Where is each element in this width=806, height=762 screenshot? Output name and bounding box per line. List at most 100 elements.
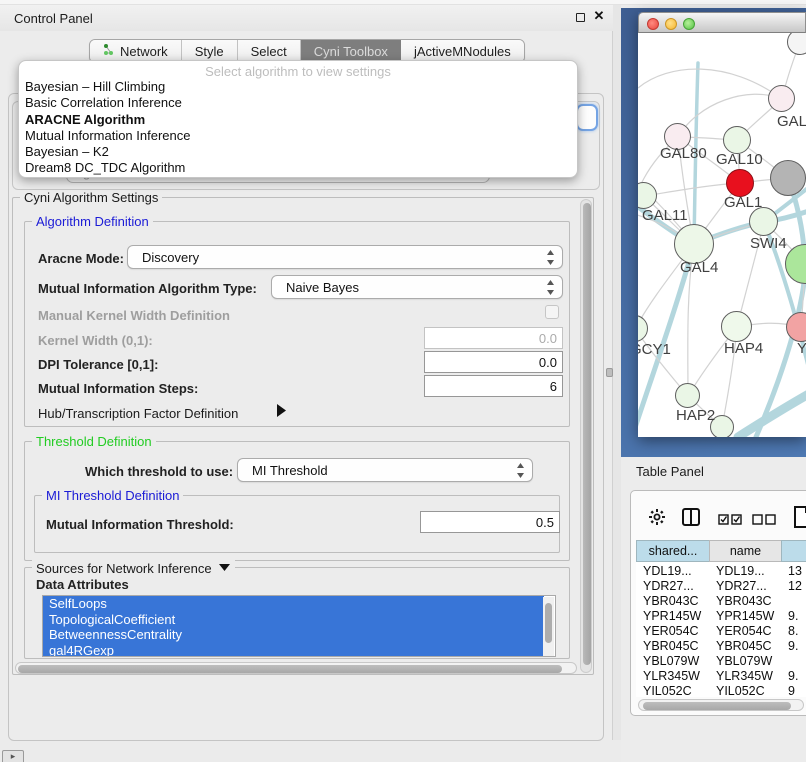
table-row[interactable]: YPR145WYPR145W9.: [636, 609, 806, 624]
document-icon[interactable]: [793, 505, 806, 534]
algorithm-option[interactable]: Basic Correlation Inference: [19, 95, 577, 111]
splitter-grip-icon[interactable]: [606, 368, 613, 377]
tab-jactivemnodules[interactable]: jActiveMNodules: [401, 40, 524, 62]
list-item[interactable]: TopologicalCoefficient: [43, 612, 544, 628]
node-label: SWI4: [750, 235, 787, 252]
list-item[interactable]: SelfLoops: [43, 596, 544, 612]
sources-disclosure-icon[interactable]: [218, 560, 231, 575]
focused-combobox-fragment[interactable]: [576, 104, 598, 131]
algorithm-option[interactable]: Bayesian – K2: [19, 144, 577, 160]
network-node[interactable]: [674, 224, 714, 264]
data-attributes-list[interactable]: SelfLoops TopologicalCoefficient Between…: [42, 595, 556, 657]
aracne-mode-combobox[interactable]: Discovery: [127, 245, 563, 269]
cell: YPR145W: [709, 609, 781, 624]
close-icon[interactable]: ✕: [593, 10, 605, 22]
which-threshold-combobox[interactable]: MI Threshold: [237, 458, 533, 482]
cell: YBR043C: [636, 594, 709, 609]
tab-style[interactable]: Style: [182, 40, 238, 62]
gear-icon[interactable]: [648, 508, 666, 531]
which-threshold-label: Which threshold to use:: [85, 464, 233, 479]
tab-select[interactable]: Select: [238, 40, 301, 62]
mi-threshold-field[interactable]: [420, 511, 560, 533]
table-hscrollbar-track[interactable]: [638, 699, 804, 711]
window-minimize-icon[interactable]: [665, 18, 677, 30]
mi-algorithm-type-value: Naive Bayes: [286, 280, 359, 295]
node-table[interactable]: shared... name YDL19...YDL19...13 YDR27.…: [636, 540, 806, 697]
table-row[interactable]: YBR045CYBR045C9.: [636, 639, 806, 654]
kernel-width-field[interactable]: [424, 327, 563, 349]
network-node[interactable]: [749, 207, 778, 236]
node-label: GAL10: [716, 151, 763, 168]
cell: YDL19...: [709, 564, 781, 579]
chevron-updown-icon: [546, 249, 555, 269]
window-close-icon[interactable]: [647, 18, 659, 30]
list-scrollbar-thumb[interactable]: [545, 603, 552, 643]
column-header-clipped[interactable]: [781, 540, 806, 562]
network-node[interactable]: [721, 311, 752, 342]
settings-vscrollbar-track[interactable]: [580, 199, 592, 673]
algorithm-option[interactable]: Dream8 DC_TDC Algorithm: [19, 160, 577, 176]
table-row[interactable]: YDL19...YDL19...13: [636, 564, 806, 579]
dpi-tolerance-field[interactable]: [424, 351, 563, 373]
threshold-definition-title: Threshold Definition: [32, 434, 156, 449]
mi-steps-field[interactable]: [424, 375, 563, 397]
tab-cyni-toolbox[interactable]: Cyni Toolbox: [301, 40, 401, 62]
cell: 8.: [781, 624, 806, 639]
cell: YDR27...: [709, 579, 781, 594]
network-node-selected[interactable]: [726, 169, 754, 197]
cell: 9.: [781, 639, 806, 654]
aracne-mode-label: Aracne Mode:: [38, 251, 124, 266]
network-node[interactable]: [768, 85, 795, 112]
mi-algorithm-type-combobox[interactable]: Naive Bayes: [271, 275, 563, 299]
table-row[interactable]: YIL052CYIL052C9: [636, 684, 806, 697]
settings-hscrollbar-thumb[interactable]: [18, 665, 562, 673]
hub-disclosure-icon[interactable]: [276, 403, 287, 423]
window-zoom-icon[interactable]: [683, 18, 695, 30]
cell: YDR27...: [636, 579, 709, 594]
network-node[interactable]: [770, 160, 806, 196]
table-hscrollbar-thumb[interactable]: [643, 702, 791, 710]
cell: 9: [781, 684, 806, 697]
table-row[interactable]: YDR27...YDR27...12: [636, 579, 806, 594]
manual-kernel-width-checkbox[interactable]: [545, 305, 559, 319]
tab-network[interactable]: Network: [90, 40, 182, 62]
column-header-name[interactable]: name: [709, 540, 782, 562]
column-header-shared-name[interactable]: shared...: [636, 540, 710, 562]
table-panel-title: Table Panel: [636, 464, 704, 479]
cell: YDL19...: [636, 564, 709, 579]
panel-splitter[interactable]: [613, 5, 621, 740]
cell: YLR345W: [636, 669, 709, 684]
table-row[interactable]: YLR345WYLR345W9.: [636, 669, 806, 684]
float-panel-icon[interactable]: [576, 13, 585, 22]
cell: YIL052C: [636, 684, 709, 697]
deselect-all-checkboxes-icon[interactable]: [752, 512, 776, 530]
cell: YLR345W: [709, 669, 781, 684]
list-scrollbar-track[interactable]: [543, 597, 554, 657]
cell: YER054C: [709, 624, 781, 639]
cell: YBL079W: [709, 654, 781, 669]
table-row[interactable]: YER054CYER054C8.: [636, 624, 806, 639]
table-row[interactable]: YBL079WYBL079W: [636, 654, 806, 669]
table-row[interactable]: YBR043CYBR043C: [636, 594, 806, 609]
algorithm-option[interactable]: Mutual Information Inference: [19, 128, 577, 144]
cell: YIL052C: [709, 684, 781, 697]
cell: YBR045C: [709, 639, 781, 654]
settings-hscrollbar-track[interactable]: [15, 662, 577, 674]
algorithm-option[interactable]: Bayesian – Hill Climbing: [19, 79, 577, 95]
select-all-checkboxes-icon[interactable]: [718, 512, 742, 530]
split-view-icon[interactable]: [681, 507, 701, 532]
cell: YBR043C: [709, 594, 781, 609]
tab-cyni-toolbox-label: Cyni Toolbox: [314, 44, 388, 59]
tab-network-label: Network: [120, 44, 168, 59]
network-node[interactable]: [675, 383, 700, 408]
network-icon: [103, 44, 115, 59]
list-item[interactable]: BetweennessCentrality: [43, 627, 544, 643]
settings-vscrollbar-thumb[interactable]: [583, 203, 591, 665]
dock-panel-mini-button[interactable]: ▸: [2, 750, 24, 762]
application-root: Control Panel ✕ Network Style Select Cyn…: [0, 0, 806, 762]
list-item[interactable]: gal4RGexp: [43, 643, 544, 658]
cell: YPR145W: [636, 609, 709, 624]
network-node[interactable]: [723, 126, 751, 154]
algorithm-option-selected[interactable]: ARACNE Algorithm: [19, 112, 577, 128]
network-canvas[interactable]: GAL GAL80 GAL10 GAL1 GAL11 SWI4 GAL4 GCY…: [638, 33, 806, 437]
